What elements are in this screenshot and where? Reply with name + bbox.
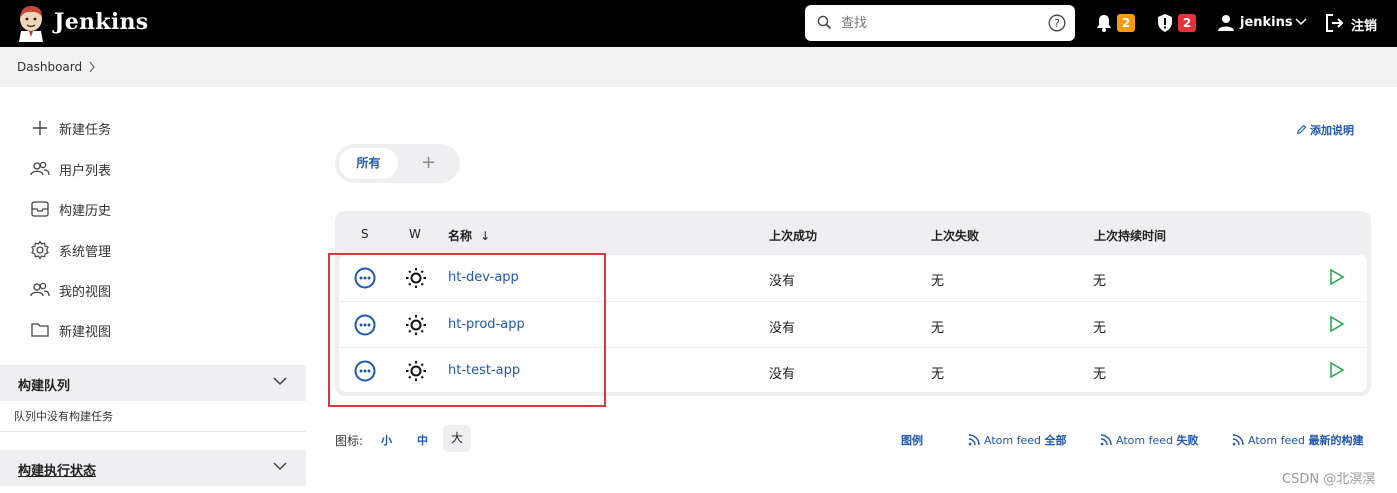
feed-all-label: 全部 <box>1044 434 1067 447</box>
job-last-success: 没有 <box>769 274 796 289</box>
column-header-name[interactable]: 名称 ↓ <box>448 227 490 244</box>
sidebar-item-label: 构建历史 <box>59 204 112 219</box>
user-icon <box>1218 15 1234 31</box>
divider <box>0 431 306 432</box>
shield-icon[interactable] <box>1156 13 1174 33</box>
rss-icon <box>1100 434 1112 446</box>
add-view-tab[interactable]: + <box>421 152 436 173</box>
executor-status-header[interactable]: 构建执行状态 <box>0 450 306 486</box>
security-badge[interactable]: 2 <box>1178 14 1196 32</box>
user-menu[interactable]: jenkins <box>1240 15 1293 30</box>
icon-size-medium[interactable]: 中 <box>417 432 428 448</box>
feed-prefix: Atom feed <box>984 434 1041 447</box>
plus-icon <box>33 121 47 135</box>
add-description-label: 添加说明 <box>1310 124 1354 137</box>
logout-icon[interactable] <box>1325 13 1345 33</box>
notifications-badge[interactable]: 2 <box>1117 14 1135 32</box>
atom-feed-all-link[interactable]: Atom feed 全部 <box>968 432 1066 448</box>
gear-icon <box>31 240 49 260</box>
job-last-failure: 无 <box>931 321 945 336</box>
inbox-icon <box>31 201 49 217</box>
bell-icon[interactable] <box>1095 13 1113 33</box>
view-tabs: 所有 + <box>335 144 460 183</box>
search-input[interactable] <box>841 12 1041 34</box>
chevron-down-icon[interactable] <box>273 377 287 386</box>
column-header-last-failure[interactable]: 上次失败 <box>931 227 979 244</box>
atom-feed-failed-link[interactable]: Atom feed 失败 <box>1100 432 1198 448</box>
job-last-duration: 无 <box>1093 321 1107 336</box>
job-last-failure: 无 <box>931 274 945 289</box>
jenkins-logo-icon[interactable] <box>16 4 46 42</box>
icon-size-label: 图标: <box>335 434 364 448</box>
search-box: ? <box>805 5 1075 41</box>
sidebar-item-label: 系统管理 <box>59 245 112 260</box>
sidebar-item-label: 新建任务 <box>59 123 112 138</box>
chevron-right-icon[interactable] <box>88 61 96 73</box>
sort-arrow-icon: ↓ <box>480 229 491 243</box>
tab-all[interactable]: 所有 <box>339 148 398 179</box>
column-header-last-duration[interactable]: 上次持续时间 <box>1094 227 1166 244</box>
brand-link[interactable]: Jenkins <box>54 9 148 35</box>
feed-prefix: Atom feed <box>1116 434 1173 447</box>
watermark: CSDN @北溟溟 <box>1282 472 1376 487</box>
rss-icon <box>968 434 980 446</box>
job-last-failure: 无 <box>931 367 945 382</box>
column-header-name-label: 名称 <box>448 229 473 243</box>
add-description-link[interactable]: 添加说明 <box>1296 122 1354 138</box>
help-icon[interactable]: ? <box>1048 14 1066 32</box>
column-header-status[interactable]: S <box>361 227 369 241</box>
job-last-success: 没有 <box>769 367 796 382</box>
build-run-icon[interactable] <box>1329 268 1345 286</box>
job-last-duration: 无 <box>1093 274 1107 289</box>
users-icon <box>30 282 50 297</box>
icon-size-small[interactable]: 小 <box>381 432 392 448</box>
column-header-weather[interactable]: W <box>409 227 421 241</box>
breadcrumb-dashboard[interactable]: Dashboard <box>17 60 82 74</box>
column-header-last-success[interactable]: 上次成功 <box>769 227 817 244</box>
sidebar-item-label: 新建视图 <box>59 325 112 340</box>
build-run-icon[interactable] <box>1329 315 1345 333</box>
sidebar-item-label: 用户列表 <box>59 164 112 179</box>
legend-link[interactable]: 图例 <box>901 432 923 448</box>
top-bar: Jenkins ? 2 2 jenkins 注销 <box>0 0 1397 47</box>
legend-link-label: 图例 <box>901 434 923 447</box>
build-run-icon[interactable] <box>1329 361 1345 379</box>
feed-prefix: Atom feed <box>1248 434 1305 447</box>
feed-latest-label: 最新的构建 <box>1308 434 1364 447</box>
chevron-down-icon[interactable] <box>1295 18 1307 26</box>
feed-failed-label: 失败 <box>1176 434 1199 447</box>
breadcrumb: Dashboard <box>0 47 1397 87</box>
search-icon <box>817 15 832 30</box>
build-queue-title: 构建队列 <box>18 379 71 394</box>
job-last-duration: 无 <box>1093 367 1107 382</box>
sidebar-item-label: 我的视图 <box>59 285 112 300</box>
folder-icon <box>31 323 49 337</box>
svg-text:?: ? <box>1054 17 1060 30</box>
rss-icon <box>1232 434 1244 446</box>
logout-link[interactable]: 注销 <box>1351 15 1377 34</box>
executor-status-title[interactable]: 构建执行状态 <box>18 460 96 479</box>
build-queue-empty: 队列中没有构建任务 <box>14 410 113 423</box>
icon-size-large[interactable]: 大 <box>443 425 471 452</box>
users-icon <box>30 161 50 176</box>
job-last-success: 没有 <box>769 321 796 336</box>
highlight-box <box>328 253 606 407</box>
pencil-icon <box>1297 124 1307 134</box>
build-queue-header[interactable]: 构建队列 <box>0 365 306 401</box>
atom-feed-latest-link[interactable]: Atom feed 最新的构建 <box>1232 432 1363 448</box>
chevron-down-icon[interactable] <box>273 462 287 471</box>
